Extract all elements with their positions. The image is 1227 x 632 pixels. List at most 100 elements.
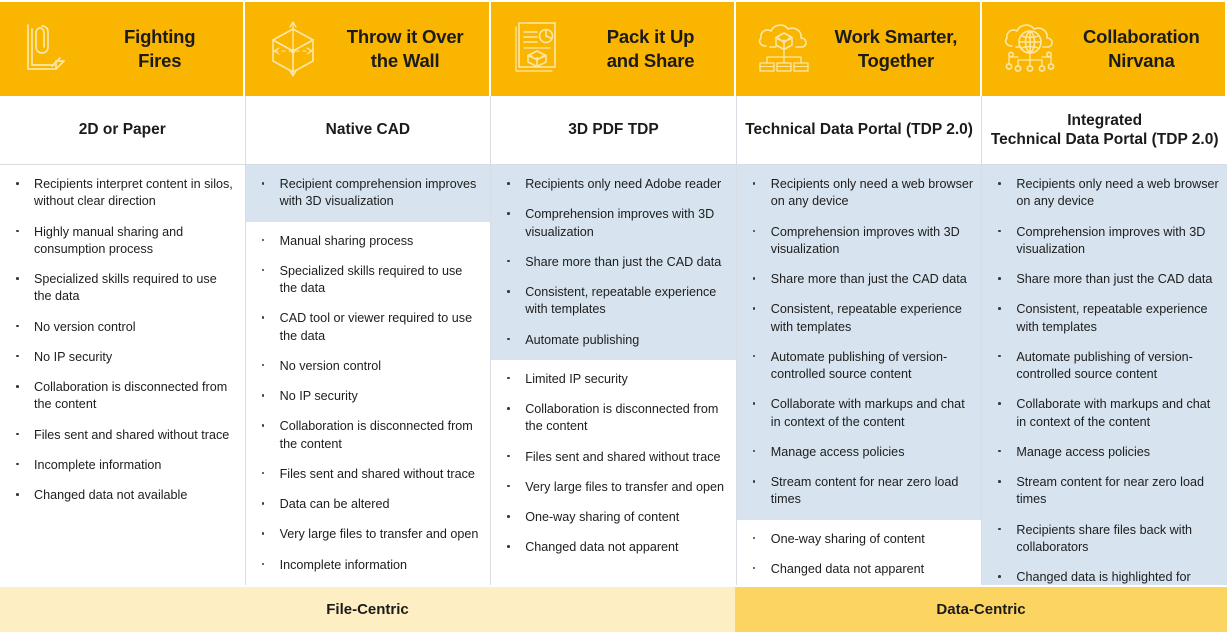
- bullet-item: Changed data not apparent: [501, 539, 728, 556]
- bullet-text: Manage access policies: [1016, 444, 1151, 459]
- bullet-dot-icon: [507, 290, 510, 293]
- bullet-list: One-way sharing of content Changed data n…: [747, 531, 974, 579]
- bullet-group-white: Limited IP security Collaboration is disc…: [491, 359, 736, 585]
- bullet-dot-icon: [998, 449, 1001, 453]
- bullet-dot-icon: [261, 394, 265, 397]
- bullet-text: Comprehension improves with 3D visualiza…: [1016, 224, 1206, 256]
- bullet-item: Recipients interpret content in silos, w…: [10, 176, 237, 211]
- bullet-text: Recipients only need a web browser on an…: [1016, 177, 1219, 209]
- bullet-dot-icon: [507, 337, 510, 341]
- bullet-item: Consistent, repeatable experience with t…: [992, 301, 1219, 336]
- bullet-item: Incomplete information: [256, 557, 483, 574]
- bullet-item: Collaboration is disconnected from the c…: [256, 418, 483, 453]
- bullet-dot-icon: [261, 268, 265, 272]
- bullet-item: Very large files to transfer and open: [256, 526, 483, 543]
- bullet-list: Recipient comprehension improves with 3D…: [256, 176, 483, 211]
- bullet-text: CAD tool or viewer required to use the d…: [279, 311, 473, 343]
- bullet-dot-icon: [261, 471, 265, 475]
- bullet-text: Specialized skills required to use the d…: [279, 263, 463, 295]
- bullet-text: Share more than just the CAD data: [770, 272, 967, 286]
- bullet-text: Recipient comprehension improves with 3D…: [279, 177, 477, 209]
- bullet-dot-icon: [998, 277, 1001, 280]
- bullet-item: Changed data not available: [10, 487, 237, 504]
- bullet-dot-icon: [752, 536, 756, 540]
- bullet-item: Consistent, repeatable experience with t…: [501, 284, 728, 319]
- bullet-item: Comprehension improves with 3D visualiza…: [501, 206, 728, 241]
- bullet-item: Comprehension improves with 3D visualiza…: [747, 224, 974, 259]
- bullet-group-blue: Recipients only need a web browser on an…: [736, 165, 982, 520]
- bullet-dot-icon: [752, 566, 756, 570]
- bullet-item: Recipients share files back with collabo…: [992, 522, 1219, 557]
- bullet-list: Recipients only need Adobe reader Compreh…: [501, 176, 728, 349]
- bullet-item: One-way sharing of content: [747, 531, 974, 548]
- bullet-list: Limited IP security Collaboration is disc…: [501, 371, 728, 557]
- bullet-text: Limited IP security: [525, 371, 628, 386]
- bullet-text: No IP security: [279, 389, 358, 403]
- bullet-text: Recipients share files back with collabo…: [1016, 522, 1193, 554]
- footer-label-data-centric: Data-Centric: [735, 585, 1227, 632]
- bullet-text: Incomplete information: [34, 457, 162, 472]
- stage-column-2d-or-paper: Recipients interpret content in silos, w…: [0, 165, 246, 585]
- bullet-text: No version control: [34, 319, 136, 334]
- bullet-item: Incomplete information: [10, 457, 237, 474]
- bullet-text: No version control: [279, 358, 382, 373]
- bullet-item: Stream content for near zero load times: [747, 474, 974, 509]
- bullet-text: Recipients only need a web browser on an…: [770, 177, 974, 209]
- bullet-text: Collaborate with markups and chat in con…: [1016, 397, 1211, 429]
- bullet-dot-icon: [16, 493, 19, 496]
- bullet-item: No IP security: [10, 349, 237, 366]
- bullet-dot-icon: [507, 545, 510, 548]
- bullet-list: Manual sharing process Specialized skills…: [256, 233, 483, 586]
- bullet-dot-icon: [998, 354, 1001, 358]
- bullet-text: Manual sharing process: [279, 233, 414, 248]
- bullet-text: Stream content for near zero load times: [770, 475, 959, 507]
- stage-title: Collaboration Nirvana: [1083, 26, 1200, 71]
- bullet-text: Data can be altered: [279, 497, 390, 511]
- bullet-text: Share more than just the CAD data: [1016, 272, 1213, 286]
- stage-header-throw-it-over-the-wall: Throw it Over the Wall: [245, 0, 491, 96]
- bullet-dot-icon: [507, 182, 510, 185]
- bullet-text: Manage access policies: [770, 444, 905, 459]
- bullet-item: Automate publishing: [501, 332, 728, 349]
- bullet-dot-icon: [752, 402, 756, 405]
- stage-title: Pack it Up and Share: [606, 26, 695, 71]
- bullet-item: Data can be altered: [256, 496, 483, 513]
- bullet-group-white: Manual sharing process Specialized skills…: [245, 221, 491, 586]
- bullet-text: Automate publishing: [525, 332, 640, 347]
- bullet-item: Limited IP security: [501, 371, 728, 388]
- bullet-item: Manual sharing process: [256, 233, 483, 250]
- bullet-dot-icon: [261, 424, 265, 427]
- stage-column-3d-pdf-tdp: Recipients only need Adobe reader Compreh…: [491, 165, 737, 585]
- bullet-dot-icon: [507, 515, 510, 518]
- bullet-text: Specialized skills required to use the d…: [34, 272, 217, 304]
- bullet-dot-icon: [998, 527, 1001, 531]
- footer-label-file-centric: File-Centric: [0, 585, 735, 632]
- bullet-dot-icon: [16, 277, 19, 280]
- bullet-dot-icon: [752, 277, 756, 280]
- bullet-text: Changed data not available: [34, 488, 188, 502]
- bullet-text: Changed data not apparent: [770, 561, 925, 576]
- bullet-item: One-way sharing of content: [501, 509, 728, 526]
- bullet-list: Recipients only need a web browser on an…: [992, 176, 1219, 585]
- bullet-text: Very large files to transfer and open: [279, 527, 479, 542]
- stage-title: Fighting Fires: [124, 26, 196, 71]
- bullet-text: Collaboration is disconnected from the c…: [525, 402, 719, 434]
- bullet-item: Stream content for near zero load times: [992, 474, 1219, 509]
- product-name-2d-or-paper: 2D or Paper: [0, 96, 246, 165]
- bullet-group-blue: Recipient comprehension improves with 3D…: [245, 165, 491, 222]
- bullet-item: Specialized skills required to use the d…: [10, 271, 237, 306]
- stage-column-technical-data-portal: Recipients only need a web browser on an…: [736, 165, 983, 585]
- bullet-dot-icon: [998, 182, 1001, 185]
- bullet-item: Automate publishing of version-controlle…: [992, 349, 1219, 384]
- bullet-dot-icon: [752, 307, 756, 310]
- bullet-item: No version control: [256, 358, 483, 375]
- stage-column-integrated-technical-data-portal: Recipients only need a web browser on an…: [982, 165, 1227, 585]
- bullet-item: Share more than just the CAD data: [992, 271, 1219, 288]
- product-name-row: 2D or Paper Native CAD 3D PDF TDP Techni…: [0, 96, 1227, 165]
- bullet-item: Highly manual sharing and consumption pr…: [10, 224, 237, 259]
- bullet-item: Share more than just the CAD data: [501, 254, 728, 271]
- bullet-text: Files sent and shared without trace: [34, 427, 230, 442]
- bullet-text: Consistent, repeatable experience with t…: [770, 302, 962, 334]
- bullet-item: Collaboration is disconnected from the c…: [10, 379, 237, 414]
- bullet-dot-icon: [752, 354, 756, 358]
